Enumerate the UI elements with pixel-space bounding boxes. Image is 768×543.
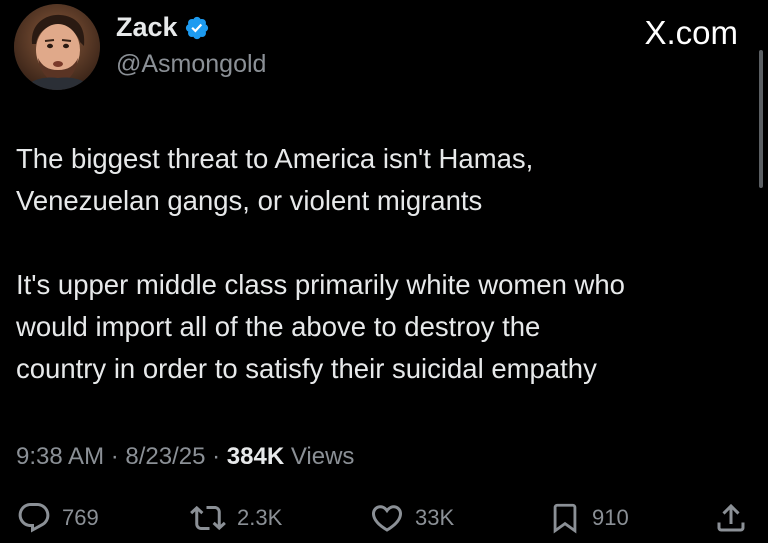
tweet-time[interactable]: 9:38 AM — [16, 443, 104, 470]
heart-icon — [369, 500, 405, 536]
meta-separator: · — [205, 443, 227, 470]
brand-watermark: X.com — [644, 14, 738, 51]
tweet-text: The biggest threat to America isn't Hama… — [16, 138, 756, 390]
tweet-meta: 9:38 AM · 8/23/25 · 384K Views — [16, 443, 354, 471]
like-count: 33K — [415, 505, 455, 530]
author-handle[interactable]: @Asmongold — [116, 50, 266, 79]
tweet-paragraph-1: The biggest threat to America isn't Hama… — [16, 138, 756, 222]
bookmark-button[interactable]: 910 — [548, 500, 629, 536]
views-count[interactable]: 384K — [227, 443, 284, 470]
tweet-line: The biggest threat to America isn't Hama… — [16, 143, 534, 174]
tweet-line: Venezuelan gangs, or violent migrants — [16, 185, 483, 216]
author-name-row: Zack — [116, 12, 210, 43]
views-label: Views — [284, 443, 355, 470]
repost-icon — [189, 500, 227, 536]
reply-count: 769 — [62, 505, 99, 530]
reply-button[interactable]: 769 — [16, 500, 99, 536]
share-icon — [713, 500, 749, 536]
like-button[interactable]: 33K — [369, 500, 454, 536]
meta-separator: · — [104, 443, 126, 470]
reply-icon — [16, 500, 52, 536]
scrollbar[interactable] — [759, 50, 763, 188]
tweet-card: Zack @Asmongold X.com The biggest threat… — [0, 0, 768, 543]
display-name[interactable]: Zack — [116, 12, 178, 43]
action-bar: 769 2.3K 33K 910 — [0, 500, 768, 540]
tweet-line: It's upper middle class primarily white … — [16, 269, 625, 300]
tweet-line: country in order to satisfy their suicid… — [16, 353, 597, 384]
repost-button[interactable]: 2.3K — [189, 500, 282, 536]
bookmark-count: 910 — [592, 505, 629, 530]
tweet-line: would import all of the above to destroy… — [16, 311, 541, 342]
repost-count: 2.3K — [237, 505, 283, 530]
bookmark-icon — [548, 500, 582, 536]
avatar-image — [14, 4, 100, 90]
avatar[interactable] — [14, 4, 100, 90]
tweet-paragraph-2: It's upper middle class primarily white … — [16, 264, 756, 390]
verified-badge-icon — [184, 15, 210, 41]
share-button[interactable] — [713, 500, 749, 536]
tweet-date[interactable]: 8/23/25 — [125, 443, 205, 470]
